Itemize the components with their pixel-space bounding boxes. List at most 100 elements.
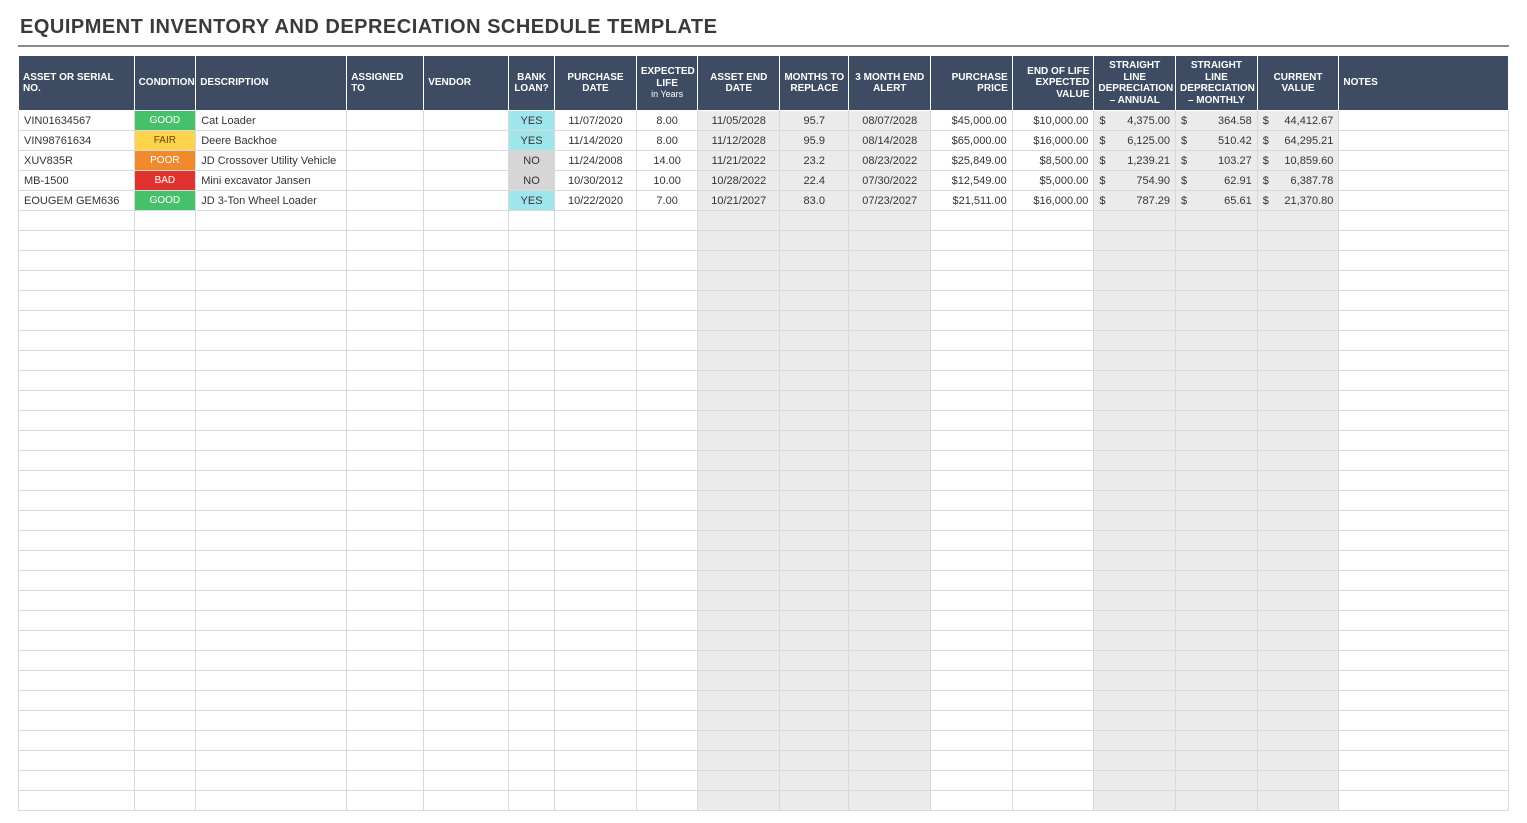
cell-notes[interactable]: [1339, 311, 1509, 331]
cell-annual[interactable]: $787.29: [1094, 191, 1176, 211]
cell-assigned[interactable]: [347, 211, 424, 231]
cell-months[interactable]: 95.7: [780, 111, 849, 131]
cell-loan[interactable]: [508, 431, 554, 451]
cell-loan[interactable]: YES: [508, 191, 554, 211]
cell-alert[interactable]: 08/23/2022: [849, 151, 931, 171]
cell-condition[interactable]: [134, 611, 196, 631]
cell-pdate[interactable]: [555, 791, 637, 811]
cell-annual[interactable]: [1094, 431, 1176, 451]
cell-vendor[interactable]: [424, 451, 509, 471]
cell-condition[interactable]: BAD: [134, 171, 196, 191]
cell-vendor[interactable]: [424, 111, 509, 131]
cell-vendor[interactable]: [424, 791, 509, 811]
cell-monthly[interactable]: [1176, 631, 1258, 651]
cell-life[interactable]: [636, 711, 698, 731]
cell-months[interactable]: [780, 291, 849, 311]
cell-loan[interactable]: [508, 271, 554, 291]
cell-pdate[interactable]: [555, 511, 637, 531]
cell-price[interactable]: [931, 611, 1013, 631]
table-row[interactable]: [19, 551, 1509, 571]
cell-current[interactable]: [1257, 691, 1339, 711]
cell-price[interactable]: $45,000.00: [931, 111, 1013, 131]
cell-edate[interactable]: [698, 511, 780, 531]
cell-current[interactable]: $64,295.21: [1257, 131, 1339, 151]
cell-edate[interactable]: [698, 611, 780, 631]
cell-months[interactable]: 22.4: [780, 171, 849, 191]
cell-edate[interactable]: [698, 431, 780, 451]
table-row[interactable]: [19, 451, 1509, 471]
cell-life[interactable]: [636, 231, 698, 251]
cell-annual[interactable]: [1094, 231, 1176, 251]
cell-pdate[interactable]: [555, 531, 637, 551]
cell-alert[interactable]: 08/07/2028: [849, 111, 931, 131]
cell-months[interactable]: [780, 591, 849, 611]
cell-vendor[interactable]: [424, 171, 509, 191]
cell-life[interactable]: [636, 311, 698, 331]
cell-assigned[interactable]: [347, 251, 424, 271]
cell-assigned[interactable]: [347, 771, 424, 791]
cell-description[interactable]: [196, 311, 347, 331]
cell-description[interactable]: [196, 691, 347, 711]
cell-condition[interactable]: [134, 431, 196, 451]
cell-assigned[interactable]: [347, 671, 424, 691]
cell-vendor[interactable]: [424, 191, 509, 211]
cell-assigned[interactable]: [347, 511, 424, 531]
cell-loan[interactable]: [508, 511, 554, 531]
cell-months[interactable]: [780, 311, 849, 331]
cell-monthly[interactable]: $65.61: [1176, 191, 1258, 211]
cell-vendor[interactable]: [424, 351, 509, 371]
cell-monthly[interactable]: [1176, 411, 1258, 431]
cell-annual[interactable]: [1094, 491, 1176, 511]
cell-pdate[interactable]: [555, 471, 637, 491]
cell-assigned[interactable]: [347, 151, 424, 171]
cell-alert[interactable]: [849, 671, 931, 691]
cell-price[interactable]: [931, 631, 1013, 651]
cell-asset[interactable]: VIN98761634: [19, 131, 135, 151]
cell-loan[interactable]: [508, 591, 554, 611]
cell-notes[interactable]: [1339, 251, 1509, 271]
cell-edate[interactable]: [698, 351, 780, 371]
cell-vendor[interactable]: [424, 531, 509, 551]
cell-vendor[interactable]: [424, 231, 509, 251]
cell-months[interactable]: [780, 571, 849, 591]
cell-condition[interactable]: [134, 751, 196, 771]
cell-annual[interactable]: $1,239.21: [1094, 151, 1176, 171]
cell-assigned[interactable]: [347, 271, 424, 291]
cell-notes[interactable]: [1339, 371, 1509, 391]
cell-current[interactable]: [1257, 791, 1339, 811]
cell-price[interactable]: [931, 571, 1013, 591]
cell-condition[interactable]: [134, 391, 196, 411]
cell-edate[interactable]: 11/21/2022: [698, 151, 780, 171]
cell-current[interactable]: [1257, 511, 1339, 531]
cell-annual[interactable]: [1094, 391, 1176, 411]
cell-condition[interactable]: [134, 711, 196, 731]
cell-annual[interactable]: $754.90: [1094, 171, 1176, 191]
cell-current[interactable]: [1257, 271, 1339, 291]
cell-monthly[interactable]: [1176, 491, 1258, 511]
cell-vendor[interactable]: [424, 711, 509, 731]
cell-annual[interactable]: [1094, 471, 1176, 491]
cell-alert[interactable]: [849, 751, 931, 771]
table-row[interactable]: [19, 411, 1509, 431]
cell-assigned[interactable]: [347, 611, 424, 631]
cell-condition[interactable]: [134, 591, 196, 611]
table-row[interactable]: [19, 351, 1509, 371]
cell-monthly[interactable]: [1176, 251, 1258, 271]
cell-eol[interactable]: [1012, 551, 1094, 571]
cell-alert[interactable]: [849, 731, 931, 751]
cell-monthly[interactable]: [1176, 391, 1258, 411]
cell-loan[interactable]: [508, 731, 554, 751]
cell-eol[interactable]: [1012, 751, 1094, 771]
cell-alert[interactable]: [849, 331, 931, 351]
cell-pdate[interactable]: [555, 731, 637, 751]
cell-asset[interactable]: MB-1500: [19, 171, 135, 191]
cell-annual[interactable]: [1094, 591, 1176, 611]
cell-annual[interactable]: [1094, 331, 1176, 351]
cell-alert[interactable]: [849, 411, 931, 431]
cell-notes[interactable]: [1339, 511, 1509, 531]
table-row[interactable]: [19, 631, 1509, 651]
cell-life[interactable]: 7.00: [636, 191, 698, 211]
cell-edate[interactable]: [698, 771, 780, 791]
cell-life[interactable]: [636, 451, 698, 471]
cell-asset[interactable]: [19, 671, 135, 691]
